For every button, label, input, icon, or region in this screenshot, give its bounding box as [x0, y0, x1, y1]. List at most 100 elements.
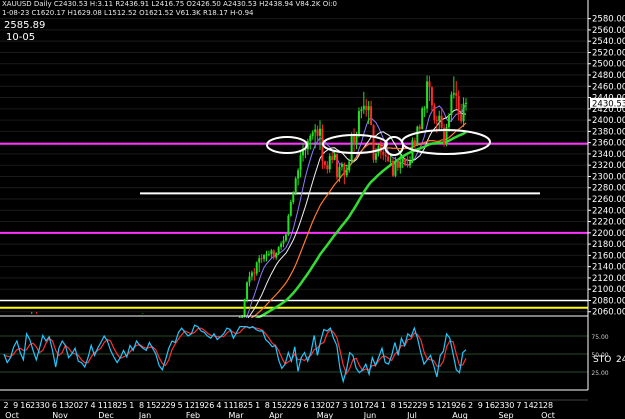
candle-body: [287, 215, 290, 235]
candle-body: [430, 87, 433, 106]
candle-body: [326, 165, 329, 170]
candle-body: [340, 164, 343, 168]
candle-body: [450, 94, 453, 115]
candle-body: [409, 160, 412, 166]
chart-canvas: 75.0050.0025.00STO 24 2580.002560.002540.…: [0, 0, 625, 419]
candle-body: [246, 282, 249, 300]
day-tick-label: 29: [291, 401, 301, 410]
day-tick-label: 1: [381, 401, 386, 410]
price-tick-label: 2360.00: [592, 139, 625, 149]
candle-body: [370, 106, 373, 125]
candle-body: [452, 92, 455, 95]
day-tick-label: 4: [216, 401, 221, 410]
price-tick-label: 2480.00: [592, 71, 625, 81]
candle-body: [248, 276, 251, 283]
price-tick-label: 2300.00: [592, 172, 625, 182]
candle-body: [394, 161, 397, 176]
candle-body: [311, 132, 314, 136]
day-tick-label: 25: [243, 401, 253, 410]
candle-body: [289, 202, 292, 216]
candle-body: [241, 316, 244, 318]
day-tick-label: 18: [233, 401, 243, 410]
candle-body: [250, 272, 253, 277]
day-tick-label: 22: [156, 401, 166, 410]
day-tick-label: 19: [194, 401, 204, 410]
candle-body: [299, 155, 302, 171]
price-tick-label: 2320.00: [592, 161, 625, 171]
candle-body: [333, 154, 336, 161]
stochastic-panel: 75.0050.0025.00STO 24: [0, 318, 625, 390]
candle-body: [343, 164, 346, 176]
day-tick-label: 17: [359, 401, 369, 410]
day-tick-label: 30: [504, 401, 514, 410]
candle-body: [294, 178, 297, 194]
price-tick-label: 2120.00: [592, 274, 625, 284]
day-tick-label: 6: [52, 401, 57, 410]
candle-body: [316, 129, 319, 136]
price-readout: 2585.89: [4, 20, 46, 31]
candle-body: [280, 243, 283, 248]
day-tick-label: 13: [311, 401, 321, 410]
price-tick-label: 2220.00: [592, 218, 625, 228]
candle-body: [421, 108, 424, 129]
month-tick-label: Sep: [498, 411, 513, 419]
price-tick-label: 2500.00: [592, 60, 625, 70]
day-tick-label: 15: [398, 401, 408, 410]
candle-body: [457, 95, 460, 115]
month-tick-label: Nov: [52, 411, 68, 419]
candle-body: [270, 250, 273, 255]
day-tick-label: 8: [139, 401, 144, 410]
candle-body: [348, 161, 351, 171]
day-tick-label: 26: [456, 401, 466, 410]
candle-body: [426, 81, 429, 109]
day-tick-label: 27: [78, 401, 88, 410]
day-tick-label: 27: [330, 401, 340, 410]
month-tick-label: Jun: [363, 411, 377, 419]
candle-body: [297, 170, 300, 179]
day-tick-label: 20: [69, 401, 79, 410]
day-tick-label: 29: [417, 401, 427, 410]
candle-body: [338, 167, 341, 178]
day-tick-label: 11: [224, 401, 234, 410]
day-tick-label: 2: [468, 401, 473, 410]
candle-body: [357, 111, 360, 135]
price-tick-label: 2580.00: [592, 15, 625, 25]
candle-body: [350, 134, 353, 162]
day-tick-label: 12: [436, 401, 446, 410]
day-tick-label: 7: [516, 401, 521, 410]
price-tick-label: 2400.00: [592, 116, 625, 126]
candle-body: [416, 126, 419, 146]
candle-body: [336, 154, 339, 178]
candle-body: [396, 161, 399, 168]
month-tick-label: Jul: [406, 411, 417, 419]
price-tick-label: 2140.00: [592, 263, 625, 273]
day-tick-label: 3: [342, 401, 347, 410]
candle-body: [418, 126, 421, 129]
month-tick-label: Jan: [138, 411, 151, 419]
day-tick-label: 30: [40, 401, 50, 410]
month-tick-label: Aug: [452, 411, 468, 419]
sto-level-label: 75.00: [591, 334, 608, 341]
day-tick-label: 23: [30, 401, 40, 410]
candle-body: [267, 254, 270, 256]
day-tick-label: 8: [265, 401, 270, 410]
candle-body: [284, 234, 287, 241]
price-tick-label: 2380.00: [592, 127, 625, 137]
candle-body: [319, 128, 322, 136]
candle-body: [275, 252, 278, 258]
day-tick-label: 6: [303, 401, 308, 410]
candle-body: [331, 156, 334, 161]
day-tick-label: 15: [146, 401, 156, 410]
sto-value-label: 24: [616, 355, 625, 365]
candle-body: [277, 247, 280, 253]
candle-body: [399, 162, 402, 168]
candle-body: [255, 262, 258, 274]
day-tick-label: 19: [446, 401, 456, 410]
price-tick-label: 2280.00: [592, 184, 625, 194]
candle-body: [440, 115, 443, 128]
day-tick-label: 15: [272, 401, 282, 410]
day-tick-label: 9: [478, 401, 483, 410]
price-tick-label: 2180.00: [592, 240, 625, 250]
candle-body: [328, 156, 331, 170]
candle-body: [263, 255, 266, 259]
